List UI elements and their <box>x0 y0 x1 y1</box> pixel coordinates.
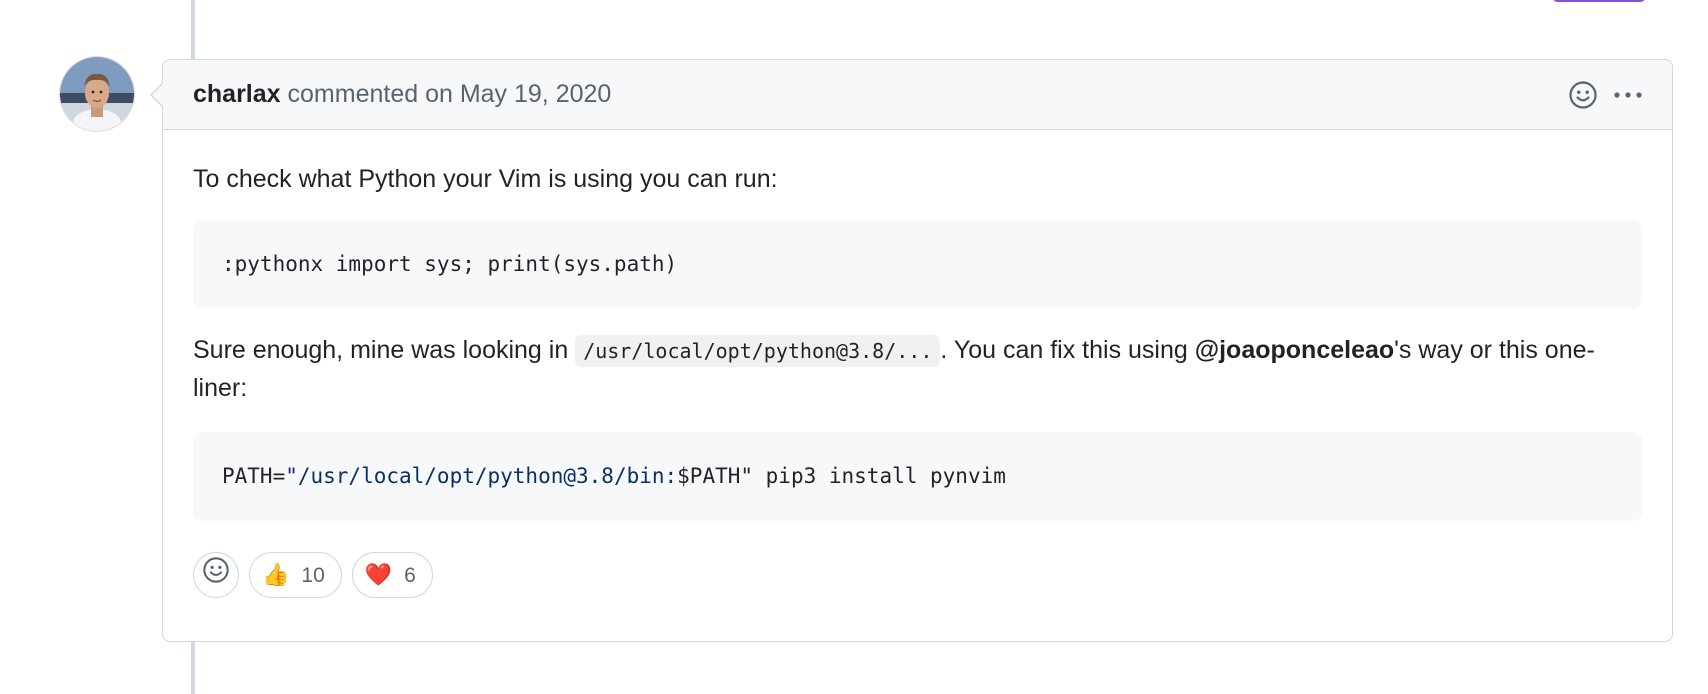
kebab-horizontal-icon[interactable] <box>1612 80 1644 110</box>
code-string: "/usr/local/opt/python@3.8/bin: <box>285 464 678 488</box>
code-token: PATH= <box>222 464 286 488</box>
reactions-bar: 👍 10 ❤️ 6 <box>193 552 1642 598</box>
smiley-icon <box>202 556 230 595</box>
comment-header: charlax commented on May 19, 2020 <box>163 60 1672 130</box>
reaction-thumbs-up-button[interactable]: 👍 10 <box>249 552 342 598</box>
reaction-heart-button[interactable]: ❤️ 6 <box>351 552 433 598</box>
heart-icon: ❤️ <box>364 562 393 587</box>
code-block: PATH= "/usr/local/opt/python@3.8/bin: $PAT… <box>193 432 1642 521</box>
inline-code: /usr/local/opt/python@3.8/... <box>575 335 941 367</box>
text-segment: Sure enough, mine was looking in <box>193 336 576 364</box>
issue-timeline: charlax commented on May 19, 2020 To che… <box>0 0 1708 694</box>
body-paragraph: Sure enough, mine was looking in /usr/lo… <box>193 332 1642 407</box>
smiley-icon[interactable] <box>1568 80 1598 110</box>
body-paragraph: To check what Python your Vim is using y… <box>193 165 778 193</box>
code-block: :pythonx import sys; print(sys.path) <box>193 220 1642 309</box>
comment-header-text: charlax commented on May 19, 2020 <box>193 80 1568 109</box>
comment-body: To check what Python your Vim is using y… <box>163 161 1672 598</box>
code-token: $PATH" <box>677 464 754 488</box>
user-mention-link[interactable]: @joaoponceleao <box>1195 336 1394 364</box>
code-line: :pythonx import sys; print(sys.path) <box>222 252 678 276</box>
previous-item-edge <box>1552 0 1646 2</box>
thumbs-up-icon: 👍 <box>262 562 290 587</box>
comment-timestamp[interactable]: commented on May 19, 2020 <box>281 80 612 108</box>
text-segment: . You can fix this using <box>940 336 1195 364</box>
reaction-count: 10 <box>301 563 325 587</box>
avatar[interactable] <box>60 57 134 131</box>
comment-header-actions <box>1568 80 1644 110</box>
code-token: pip3 install pynvim <box>753 464 1006 488</box>
reaction-count: 6 <box>404 563 416 587</box>
add-reaction-button[interactable] <box>193 552 239 598</box>
author-link[interactable]: charlax <box>193 80 281 108</box>
comment-card: charlax commented on May 19, 2020 To che… <box>150 59 1673 642</box>
